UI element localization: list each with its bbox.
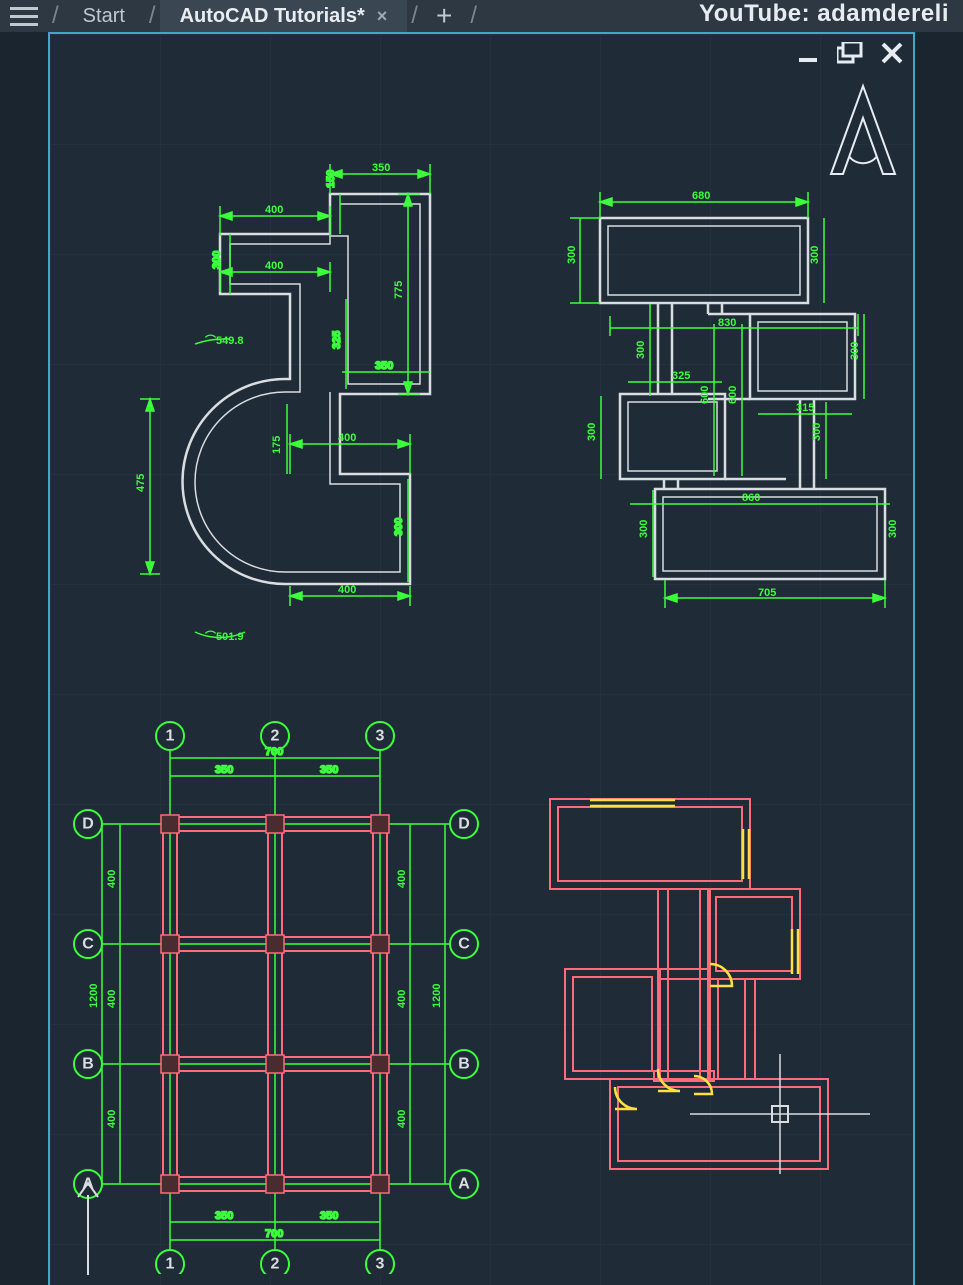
grid-row-D: D: [82, 816, 94, 833]
drawing-canvas[interactable]: 350 150 400 300 400 775 325 350 ⌒549.8 1…: [48, 32, 915, 1285]
grid-col-3b: 3: [376, 1256, 385, 1273]
dim-350b: 350: [375, 360, 393, 372]
grid-row-Ar: A: [458, 1176, 470, 1193]
dim-350a: 350: [215, 764, 233, 776]
dim-400a: 400: [265, 204, 283, 216]
dim-830: 830: [718, 317, 736, 329]
window-controls: [797, 42, 903, 64]
dim-300g: 300: [887, 520, 899, 538]
cursor-crosshair: [690, 1054, 870, 1174]
dim-300f: 300: [811, 423, 823, 441]
dim-300b: 300: [393, 518, 405, 536]
tab-start[interactable]: Start: [63, 0, 145, 32]
minimize-button[interactable]: [797, 42, 819, 64]
tab-bar: / Start / AutoCAD Tutorials* × / + / You…: [0, 0, 963, 32]
grid-col-3: 3: [376, 728, 385, 745]
dim-150: 150: [325, 170, 337, 188]
grid-row-C: C: [82, 936, 94, 953]
dim-300b: 300: [809, 246, 821, 264]
dim-400e: 400: [396, 990, 408, 1008]
grid-row-Dr: D: [458, 816, 470, 833]
tab-divider: /: [145, 2, 160, 30]
dim-700a: 700: [265, 746, 283, 758]
dim-1200a: 1200: [88, 984, 100, 1008]
tab-active[interactable]: AutoCAD Tutorials* ×: [160, 0, 408, 32]
close-button[interactable]: [881, 42, 903, 64]
dim-400c: 400: [338, 432, 356, 444]
dim-315: 315: [796, 402, 814, 414]
dim-400d: 400: [396, 870, 408, 888]
tab-divider: /: [407, 2, 422, 30]
grid-col-1: 1: [166, 728, 175, 745]
dim-175: 175: [271, 436, 283, 454]
dim-400b: 400: [265, 260, 283, 272]
app-root: / Start / AutoCAD Tutorials* × / + / You…: [0, 0, 963, 1285]
menu-icon: [10, 7, 38, 26]
dim-400f: 400: [396, 1110, 408, 1128]
grid-col-1b: 1: [166, 1256, 175, 1273]
dim-350d: 350: [320, 1210, 338, 1222]
tab-close-button[interactable]: ×: [377, 6, 388, 27]
dim-325: 325: [331, 331, 343, 349]
dim-325: 325: [672, 370, 690, 382]
grid-row-B: B: [82, 1056, 94, 1073]
dim-300a: 300: [566, 246, 578, 264]
dim-300c: 300: [849, 342, 861, 360]
dim-600b: 600: [727, 386, 739, 404]
menu-button[interactable]: [0, 0, 48, 32]
branding-label: YouTube: adamdereli: [699, 0, 949, 28]
dim-350b: 350: [320, 764, 338, 776]
tab-label: AutoCAD Tutorials*: [180, 5, 365, 28]
ucs-icon: [58, 1145, 118, 1285]
grid-col-2b: 2: [271, 1256, 280, 1273]
dim-860: 860: [742, 492, 760, 504]
drawing-top-left: 350 150 400 300 400 775 325 350 ⌒549.8 1…: [90, 144, 460, 644]
dim-300d: 300: [638, 520, 650, 538]
tab-divider: /: [466, 2, 481, 30]
dim-400c: 400: [106, 1110, 118, 1128]
dim-680: 680: [692, 190, 710, 202]
grid-row-Br: B: [458, 1056, 470, 1073]
dim-775: 775: [393, 281, 405, 299]
dim-400b: 400: [106, 990, 118, 1008]
dim-400a: 400: [106, 870, 118, 888]
drawing-top-right: 680 300 300 830 300: [500, 164, 900, 634]
dim-475: 475: [135, 474, 147, 492]
dim-400d: 400: [338, 584, 356, 596]
dim-350: 350: [372, 162, 390, 174]
tab-add-button[interactable]: +: [422, 0, 466, 32]
grid-row-Cr: C: [458, 936, 470, 953]
dim-300: 300: [211, 251, 223, 269]
dim-705: 705: [758, 587, 776, 599]
dim-350c: 350: [215, 1210, 233, 1222]
dim-300e: 300: [586, 423, 598, 441]
dim-1200b: 1200: [431, 984, 443, 1008]
dim-600a: 600: [699, 386, 711, 404]
dim-300d: 300: [635, 341, 647, 359]
dim-700b: 700: [265, 1228, 283, 1240]
grid-col-2: 2: [271, 728, 280, 745]
tab-divider: /: [48, 2, 63, 30]
maximize-button[interactable]: [837, 42, 863, 64]
